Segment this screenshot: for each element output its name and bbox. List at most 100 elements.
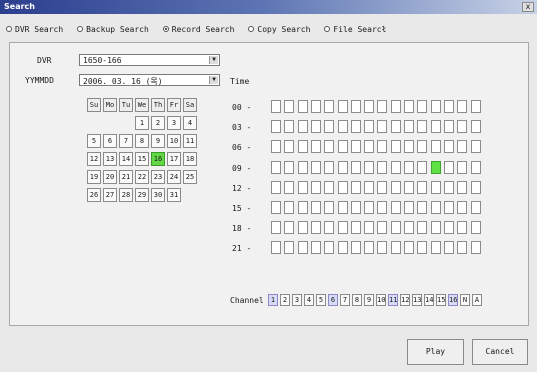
timeline-cell[interactable] bbox=[364, 120, 375, 134]
calendar-day[interactable]: 22 bbox=[135, 170, 149, 184]
timeline-cell[interactable] bbox=[297, 120, 308, 134]
channel-button[interactable]: 9 bbox=[364, 294, 374, 306]
timeline-cell[interactable] bbox=[457, 201, 468, 214]
timeline-cell[interactable] bbox=[337, 180, 348, 194]
timeline-cell[interactable] bbox=[297, 201, 308, 214]
calendar-day[interactable]: 1 bbox=[135, 116, 149, 130]
calendar-day[interactable]: 28 bbox=[119, 188, 133, 202]
timeline-cell[interactable] bbox=[417, 140, 428, 154]
calendar-day[interactable]: 6 bbox=[103, 134, 117, 148]
calendar-day[interactable]: 24 bbox=[167, 170, 181, 184]
timeline-cell[interactable] bbox=[457, 160, 468, 174]
calendar-day[interactable]: 20 bbox=[103, 170, 117, 184]
timeline-cell[interactable] bbox=[430, 100, 441, 113]
timeline-cell[interactable] bbox=[417, 180, 428, 194]
calendar-day-selected[interactable]: 16 bbox=[151, 152, 165, 166]
timeline-cell[interactable] bbox=[364, 221, 375, 235]
timeline-cell[interactable] bbox=[284, 140, 295, 154]
calendar-day[interactable]: 25 bbox=[183, 170, 197, 184]
channel-button[interactable]: 2 bbox=[280, 294, 290, 306]
timeline-cell[interactable] bbox=[377, 120, 388, 134]
timeline-cell[interactable] bbox=[337, 120, 348, 134]
timeline-cell[interactable] bbox=[337, 221, 348, 235]
search-mode-option[interactable]: File Searcł bbox=[324, 25, 386, 34]
timeline-cell[interactable] bbox=[390, 201, 401, 214]
timeline-cell-recorded[interactable] bbox=[430, 160, 441, 174]
timeline-cell[interactable] bbox=[404, 160, 414, 174]
channel-button[interactable]: 3 bbox=[292, 294, 302, 306]
timeline-cell[interactable] bbox=[324, 180, 335, 194]
timeline-cell[interactable] bbox=[324, 221, 335, 235]
calendar-day[interactable]: 9 bbox=[151, 134, 165, 148]
timeline-cell[interactable] bbox=[297, 241, 308, 255]
timeline-cell[interactable] bbox=[324, 160, 335, 174]
search-mode-option[interactable]: Record Search bbox=[162, 25, 234, 34]
timeline-cell[interactable] bbox=[404, 241, 414, 255]
calendar-day[interactable]: 5 bbox=[87, 134, 101, 148]
timeline-cell[interactable] bbox=[310, 100, 321, 113]
timeline-cell[interactable] bbox=[350, 221, 361, 235]
timeline-cell[interactable] bbox=[430, 180, 441, 194]
radio-button[interactable] bbox=[162, 26, 169, 32]
calendar-day[interactable]: 13 bbox=[103, 152, 117, 166]
timeline-cell[interactable] bbox=[310, 241, 321, 255]
timeline-cell[interactable] bbox=[350, 100, 361, 113]
timeline-cell[interactable] bbox=[364, 180, 375, 194]
timeline-cell[interactable] bbox=[443, 241, 454, 255]
timeline-cell[interactable] bbox=[443, 140, 454, 154]
timeline-cell[interactable] bbox=[364, 201, 375, 214]
timeline-cell[interactable] bbox=[377, 221, 388, 235]
timeline-cell[interactable] bbox=[271, 241, 281, 255]
timeline-cell[interactable] bbox=[430, 120, 441, 134]
timeline-cell[interactable] bbox=[310, 120, 321, 134]
timeline-cell[interactable] bbox=[443, 100, 454, 113]
timeline-cell[interactable] bbox=[443, 180, 454, 194]
search-mode-option[interactable]: Copy Search bbox=[248, 25, 310, 34]
timeline-cell[interactable] bbox=[417, 241, 428, 255]
calendar-day[interactable]: 8 bbox=[135, 134, 149, 148]
timeline-cell[interactable] bbox=[470, 100, 481, 113]
timeline-cell[interactable] bbox=[310, 221, 321, 235]
radio-button[interactable] bbox=[324, 26, 331, 32]
timeline-cell[interactable] bbox=[470, 120, 481, 134]
timeline-cell[interactable] bbox=[470, 221, 481, 235]
channel-button[interactable]: 10 bbox=[376, 294, 386, 306]
timeline-cell[interactable] bbox=[337, 201, 348, 214]
timeline-cell[interactable] bbox=[417, 120, 428, 134]
channel-button[interactable]: 8 bbox=[352, 294, 362, 306]
timeline-cell[interactable] bbox=[443, 221, 454, 235]
timeline-cell[interactable] bbox=[470, 160, 481, 174]
timeline-cell[interactable] bbox=[337, 241, 348, 255]
timeline-cell[interactable] bbox=[350, 140, 361, 154]
timeline-cell[interactable] bbox=[337, 160, 348, 174]
timeline-cell[interactable] bbox=[364, 140, 375, 154]
chevron-down-icon[interactable]: ▼ bbox=[209, 56, 218, 64]
search-mode-option[interactable]: Backup Search bbox=[77, 25, 149, 34]
timeline-cell[interactable] bbox=[364, 160, 375, 174]
timeline-cell[interactable] bbox=[297, 160, 308, 174]
timeline-cell[interactable] bbox=[337, 140, 348, 154]
radio-button[interactable] bbox=[77, 26, 84, 32]
timeline-cell[interactable] bbox=[284, 180, 295, 194]
timeline-cell[interactable] bbox=[271, 201, 281, 214]
timeline-cell[interactable] bbox=[470, 201, 481, 214]
date-select[interactable]: 2006. 03. 16 (목) ▼ bbox=[79, 74, 220, 86]
search-mode-option[interactable]: DVR Search bbox=[6, 25, 63, 34]
timeline-cell[interactable] bbox=[377, 100, 388, 113]
timeline-cell[interactable] bbox=[350, 201, 361, 214]
calendar-day[interactable]: 4 bbox=[183, 116, 197, 130]
calendar-day[interactable]: 11 bbox=[183, 134, 197, 148]
timeline-cell[interactable] bbox=[297, 100, 308, 113]
timeline-cell[interactable] bbox=[350, 241, 361, 255]
channel-button-active[interactable]: 11 bbox=[388, 294, 398, 306]
timeline-cell[interactable] bbox=[390, 120, 401, 134]
timeline-cell[interactable] bbox=[377, 140, 388, 154]
calendar-day[interactable]: 15 bbox=[135, 152, 149, 166]
timeline-cell[interactable] bbox=[324, 201, 335, 214]
timeline-cell[interactable] bbox=[457, 120, 468, 134]
channel-button-active[interactable]: 1 bbox=[268, 294, 278, 306]
timeline-cell[interactable] bbox=[284, 201, 295, 214]
timeline-cell[interactable] bbox=[390, 160, 401, 174]
calendar-day[interactable]: 17 bbox=[167, 152, 181, 166]
chevron-down-icon[interactable]: ▼ bbox=[209, 76, 218, 84]
